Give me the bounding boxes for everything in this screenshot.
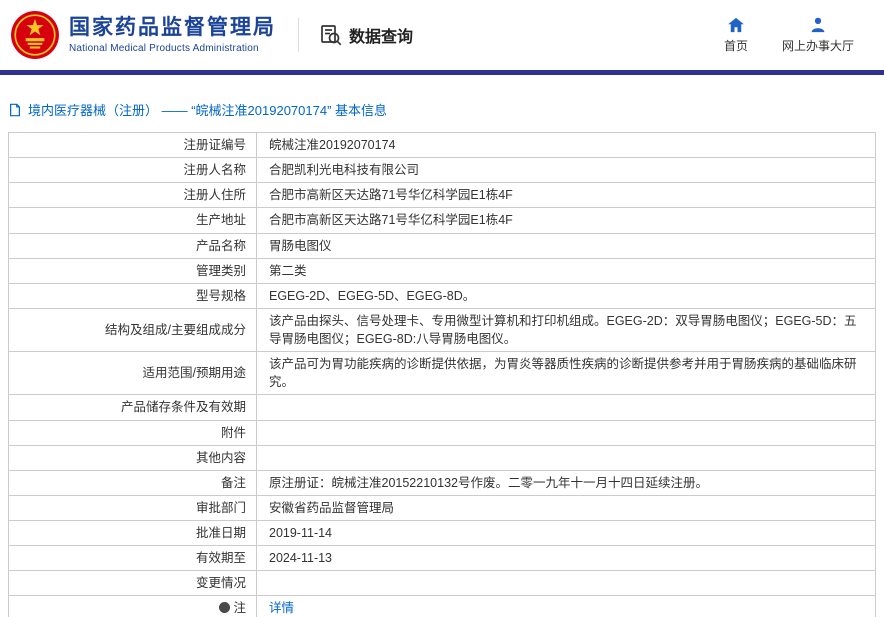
nav-data-query[interactable]: 数据查询 [319, 23, 413, 47]
row-value: 安徽省药品监督管理局 [256, 494, 876, 522]
national-emblem-icon [11, 11, 59, 59]
row-value: 合肥市高新区天达路71号华亿科学园E1栋4F [256, 207, 876, 234]
table-row: 管理类别 第二类 [8, 257, 876, 284]
service-hall-label: 网上办事大厅 [781, 39, 854, 53]
table-row: 型号规格 EGEG-2D、EGEG-5D、EGEG-8D。 [8, 282, 876, 309]
info-table: 注册证编号 皖械注准20192070174 注册人名称 合肥凯利光电科技有限公司 注册人… [8, 131, 876, 617]
org-name-en: National Medical Products Administration [69, 42, 259, 54]
table-row: 批准日期 2019-11-14 [8, 519, 876, 547]
row-value: 原注册证：皖械注准20152210132号作废。二零一九年十一月十四日延续注册。 [256, 469, 876, 496]
row-label: 变更情况 [8, 570, 257, 597]
row-label: 备注 [8, 469, 257, 496]
table-row: 附件 [8, 419, 876, 446]
note-icon [219, 602, 231, 614]
table-row: 变更情况 [8, 570, 876, 597]
row-value [256, 570, 876, 597]
table-row: 备注 原注册证：皖械注准20152210132号作废。二零一九年十一月十四日延续注… [8, 469, 876, 496]
row-label: 注册人名称 [8, 157, 257, 184]
row-value: 该产品由探头、信号处理卡、专用微型计算机和打印机组成。EGEG-2D：双导胃肠电… [256, 307, 876, 353]
row-value: EGEG-2D、EGEG-5D、EGEG-8D。 [256, 282, 876, 309]
row-value: 该产品可为胃功能疾病的诊断提供依据，为胃炎等器质性疾病的诊断提供参考并用于胃肠疾… [256, 351, 876, 396]
row-value: 皖械注准20192070174 [256, 131, 876, 159]
row-label: 注册证编号 [8, 131, 257, 159]
document-icon [10, 103, 20, 116]
table-row: 产品储存条件及有效期 [8, 394, 876, 421]
row-value: 胃肠电图仪 [256, 232, 876, 259]
row-label: 附件 [8, 419, 257, 446]
detail-link[interactable]: 详情 [269, 601, 294, 615]
row-value: 合肥凯利光电科技有限公司 [256, 157, 876, 184]
header-divider [298, 18, 299, 52]
row-label: 结构及组成/主要组成成分 [8, 307, 257, 353]
table-row: 有效期至 2024-11-13 [8, 545, 876, 572]
header-right-nav: 首页 网上办事大厅 [724, 16, 868, 54]
home-link-label: 首页 [723, 39, 748, 53]
info-table-body: 注册证编号 皖械注准20192070174 注册人名称 合肥凯利光电科技有限公司 注册人… [8, 131, 876, 617]
row-value [256, 419, 876, 446]
table-row: 产品名称 胃肠电图仪 [8, 232, 876, 259]
site-header: 国家药品监督管理局 National Medical Products Admi… [0, 0, 884, 70]
row-value [256, 444, 876, 471]
row-value: 2019-11-14 [256, 519, 876, 547]
row-value: 详情 [256, 595, 876, 617]
org-name-cn: 国家药品监督管理局 [69, 16, 276, 40]
table-row: 其他内容 [8, 444, 876, 471]
table-row: 注详情 [8, 595, 876, 617]
service-hall-link[interactable]: 网上办事大厅 [782, 16, 854, 54]
row-label: 适用范围/预期用途 [8, 351, 257, 396]
home-link[interactable]: 首页 [724, 16, 748, 54]
row-label: 产品名称 [8, 232, 257, 259]
row-label: 注册人住所 [8, 182, 257, 209]
row-value: 第二类 [256, 257, 876, 284]
row-value: 合肥市高新区天达路71号华亿科学园E1栋4F [256, 182, 876, 209]
row-label: 其他内容 [8, 444, 257, 471]
row-label: 产品储存条件及有效期 [8, 394, 257, 421]
breadcrumb: 境内医疗器械（注册） —— “皖械注准20192070174” 基本信息 [0, 75, 884, 132]
row-label: 型号规格 [8, 282, 257, 309]
user-icon [811, 17, 825, 33]
table-row: 适用范围/预期用途 该产品可为胃功能疾病的诊断提供依据，为胃炎等器质性疾病的诊断提… [8, 351, 876, 396]
table-row: 注册证编号 皖械注准20192070174 [8, 131, 876, 159]
row-value: 2024-11-13 [256, 545, 876, 572]
table-row: 结构及组成/主要组成成分 该产品由探头、信号处理卡、专用微型计算机和打印机组成。E… [8, 307, 876, 353]
row-label: 有效期至 [8, 545, 257, 572]
table-row: 注册人住所 合肥市高新区天达路71号华亿科学园E1栋4F [8, 182, 876, 209]
row-label: 批准日期 [8, 519, 257, 547]
table-row: 注册人名称 合肥凯利光电科技有限公司 [8, 157, 876, 184]
row-label: 注 [8, 595, 257, 617]
row-label: 管理类别 [8, 257, 257, 284]
nav-data-query-label: 数据查询 [349, 29, 414, 46]
page-title: 境内医疗器械（注册） —— “皖械注准20192070174” 基本信息 [28, 103, 388, 118]
org-names: 国家药品监督管理局 National Medical Products Admi… [69, 16, 276, 53]
row-label: 生产地址 [8, 207, 257, 234]
table-row: 审批部门 安徽省药品监督管理局 [8, 494, 876, 522]
row-label: 审批部门 [8, 494, 257, 522]
row-value [256, 394, 876, 421]
table-row: 生产地址 合肥市高新区天达路71号华亿科学园E1栋4F [8, 207, 876, 234]
home-icon [728, 17, 744, 33]
site-logo[interactable]: 国家药品监督管理局 National Medical Products Admi… [10, 10, 276, 60]
data-query-icon [321, 25, 342, 46]
